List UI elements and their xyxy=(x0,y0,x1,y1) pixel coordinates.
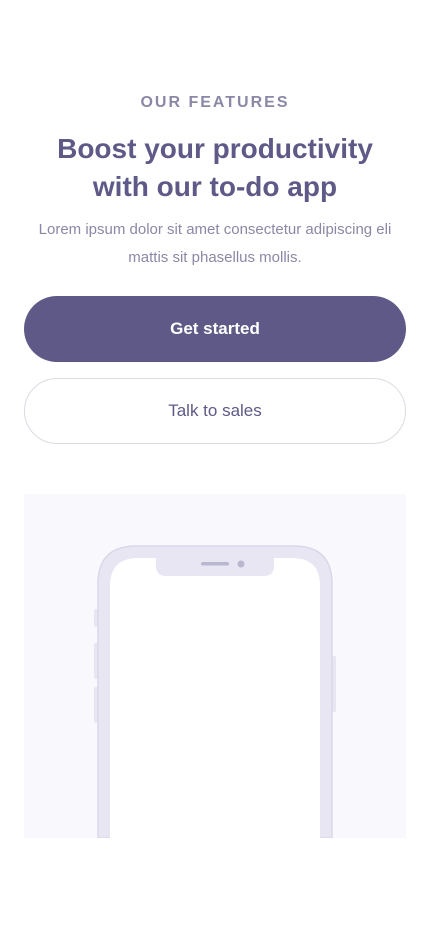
talk-to-sales-button[interactable]: Talk to sales xyxy=(24,378,406,444)
phone-preview-panel xyxy=(24,494,406,838)
get-started-button[interactable]: Get started xyxy=(24,296,406,362)
features-title: Boost your productivity with our to-do a… xyxy=(57,133,373,202)
phone-speaker xyxy=(201,562,229,566)
phone-screen xyxy=(110,558,320,838)
phone-notch xyxy=(156,556,274,576)
features-eyebrow: OUR FEATURES xyxy=(140,94,290,111)
phone-camera xyxy=(237,560,245,568)
features-subtitle: Lorem ipsum dolor sit amet consectetur a… xyxy=(38,221,392,266)
phone-mockup-icon xyxy=(94,545,336,838)
